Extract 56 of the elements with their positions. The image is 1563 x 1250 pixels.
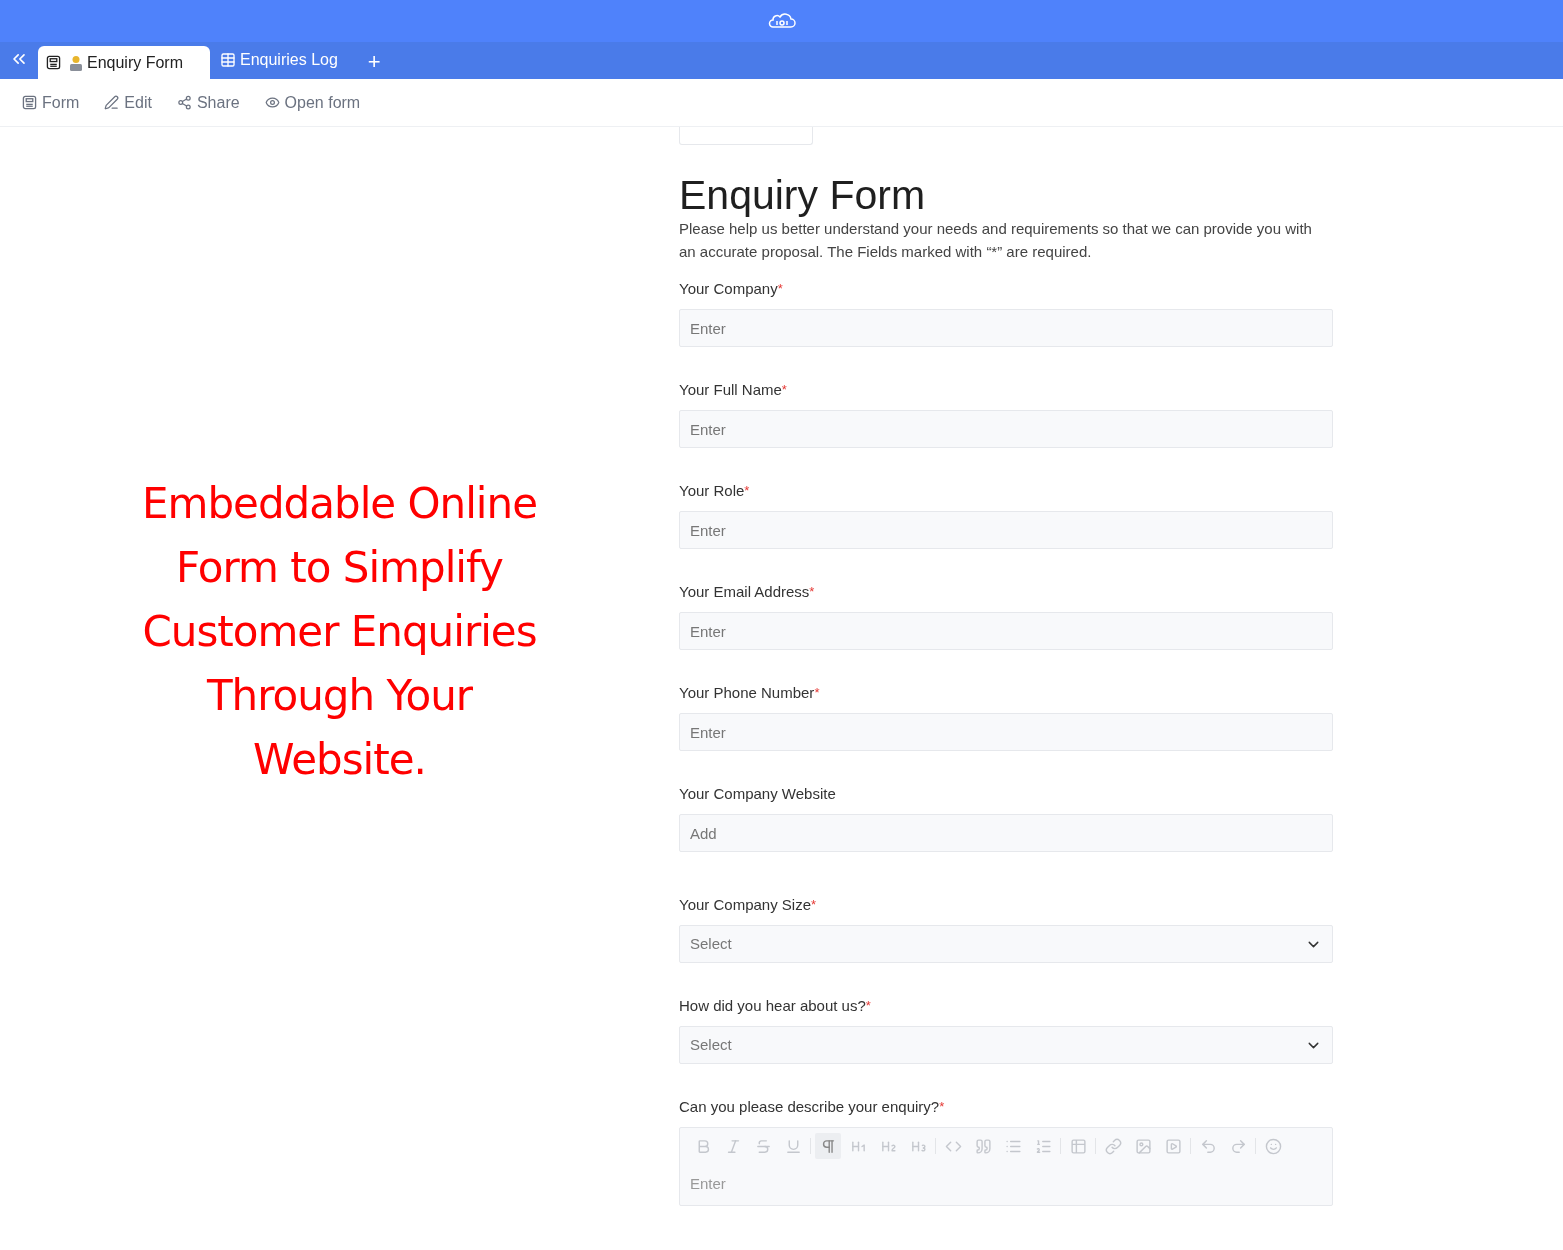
required-mark: *: [939, 1098, 945, 1114]
form-title: Enquiry Form: [679, 171, 927, 219]
tab[interactable]: Enquiry Form: [38, 46, 210, 79]
toolbar-button[interactable]: Open form: [264, 90, 361, 115]
field-label: Your Company Website: [679, 784, 836, 804]
pencil-icon: [104, 95, 120, 110]
redo-icon: [1229, 1137, 1247, 1155]
field-label: Your Role: [679, 481, 745, 501]
toolbar-button[interactable]: Share: [176, 90, 240, 115]
table-icon: [1069, 1137, 1087, 1155]
rich-text-editor[interactable]: Enter: [679, 1127, 1333, 1206]
editor-tool-button[interactable]: [815, 1133, 841, 1159]
text-field[interactable]: Enter: [679, 713, 1333, 751]
quote-icon: [974, 1137, 992, 1155]
smiley-icon: [1264, 1137, 1282, 1155]
video-icon: [1164, 1137, 1182, 1155]
editor-text-area[interactable]: Enter: [690, 1173, 1322, 1196]
select-field[interactable]: Select: [679, 1026, 1333, 1064]
eye-icon: [264, 95, 280, 110]
field-label: Can you please describe your enquiry?: [679, 1097, 940, 1117]
text-field[interactable]: Enter: [679, 511, 1333, 549]
field-label: Your Email Address: [679, 582, 810, 602]
tab[interactable]: Enquiries Log: [212, 43, 346, 76]
required-mark: *: [781, 381, 787, 399]
select-field[interactable]: Select: [679, 925, 1333, 963]
promo-caption: Embeddable Online Form to Simplify Customer Enquiries Through Your Website.: [141, 478, 538, 786]
strikethrough-icon: [754, 1137, 772, 1155]
person-icon: [69, 54, 83, 71]
required-mark: *: [814, 684, 820, 702]
field-label: How did you hear about us?: [679, 996, 866, 1016]
toolbar-button[interactable]: Form: [22, 90, 80, 115]
field-label: Your Company Size: [679, 895, 812, 915]
field-label: Your Company: [679, 279, 778, 299]
field-label: Your Phone Number: [679, 683, 815, 703]
share-icon: [176, 95, 192, 110]
required-mark: *: [865, 997, 871, 1015]
image-icon: [1134, 1137, 1152, 1155]
table-icon: [220, 51, 236, 68]
link-icon: [1104, 1137, 1122, 1155]
required-mark: *: [744, 482, 750, 500]
underline-icon: [784, 1137, 802, 1155]
form-icon: [22, 95, 37, 110]
form-icon: [46, 55, 61, 70]
field-label: Your Full Name: [679, 380, 782, 400]
toolbar-button[interactable]: Edit: [104, 90, 152, 115]
text-field[interactable]: Add: [679, 814, 1333, 852]
add-tab-button[interactable]: +: [367, 51, 381, 73]
required-mark: *: [811, 896, 817, 914]
required-mark: *: [777, 280, 783, 296]
required-mark: *: [809, 583, 815, 601]
text-field[interactable]: Enter: [679, 309, 1333, 347]
text-field[interactable]: Enter: [679, 612, 1333, 650]
text-field[interactable]: Enter: [679, 410, 1333, 448]
numbered-list-icon: [1034, 1137, 1052, 1155]
form-description: Please help us better understand your needs and requirements so that we can provide you with an accurate proposal. The Fields marked with “*” are required.: [679, 219, 1313, 262]
undo-icon: [1199, 1137, 1217, 1155]
